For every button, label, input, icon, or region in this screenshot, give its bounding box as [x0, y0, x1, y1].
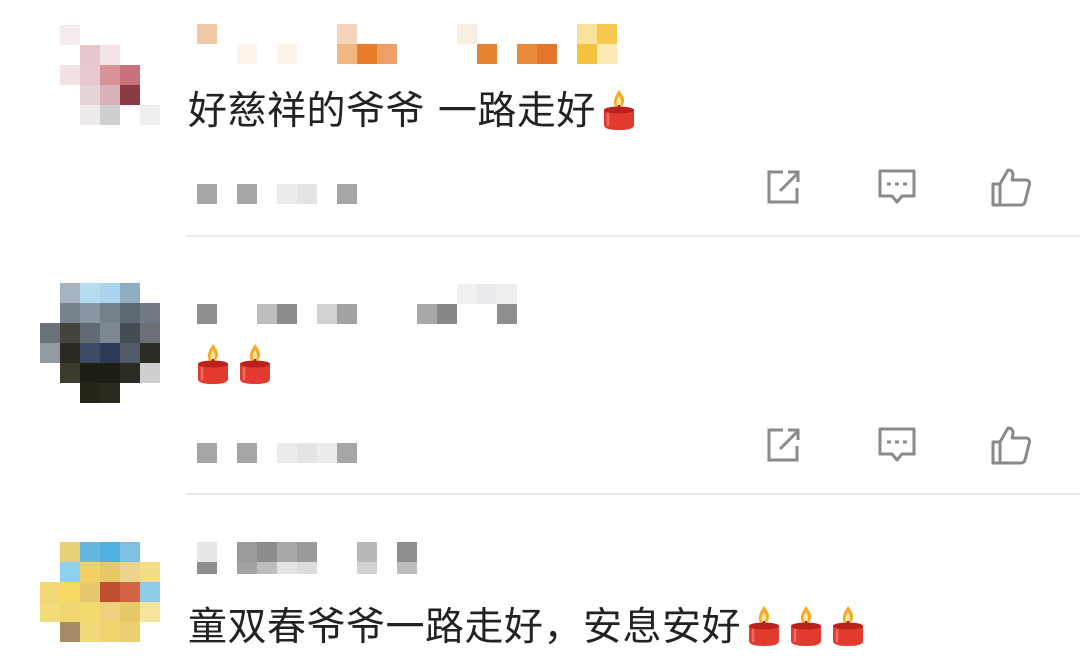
candle-emoji-group — [741, 601, 867, 648]
timestamp-pixelated — [197, 184, 357, 204]
candle-icon — [749, 606, 780, 647]
comment-text-content: 童双春爷爷一路走好，安息安好 — [188, 605, 742, 650]
candle-icon — [833, 606, 864, 647]
comment-text-content: 好慈祥的爷爷 一路走好 — [188, 89, 596, 134]
avatar-pixelated[interactable] — [40, 283, 160, 403]
comment-icon — [878, 427, 916, 462]
reply-button[interactable] — [872, 420, 922, 470]
timestamp-pixelated — [197, 443, 357, 463]
comment-text — [190, 338, 274, 385]
username-pixelated[interactable] — [197, 284, 537, 324]
candle-icon — [198, 343, 228, 384]
share-icon — [767, 428, 800, 462]
avatar-pixelated[interactable] — [40, 20, 160, 140]
thumbs-up-icon — [991, 168, 1032, 207]
avatar-pixelated[interactable] — [40, 542, 160, 662]
candle-emoji-group — [596, 85, 638, 132]
comment-item-3: 童双春爷爷一路走好，安息安好 — [0, 520, 1080, 670]
username-pixelated[interactable] — [197, 24, 617, 64]
comment-divider — [186, 493, 1080, 495]
comment-icon — [878, 169, 916, 204]
comment-item-1: 好慈祥的爷爷 一路走好 — [0, 0, 1080, 240]
thumbs-up-icon — [991, 426, 1032, 465]
reply-button[interactable] — [872, 162, 922, 212]
candle-icon — [240, 343, 270, 384]
comment-divider — [186, 235, 1080, 237]
share-icon — [767, 170, 800, 204]
like-button[interactable] — [986, 162, 1036, 212]
repost-button[interactable] — [758, 420, 808, 470]
like-button[interactable] — [986, 420, 1036, 470]
repost-button[interactable] — [758, 162, 808, 212]
comment-text: 好慈祥的爷爷 一路走好 — [188, 80, 638, 136]
candle-icon — [791, 606, 822, 647]
candle-icon — [603, 90, 634, 131]
candle-emoji-group — [190, 338, 274, 385]
comment-text: 童双春爷爷一路走好，安息安好 — [188, 596, 867, 652]
comment-item-2 — [0, 240, 1080, 500]
username-pixelated[interactable] — [197, 542, 417, 584]
